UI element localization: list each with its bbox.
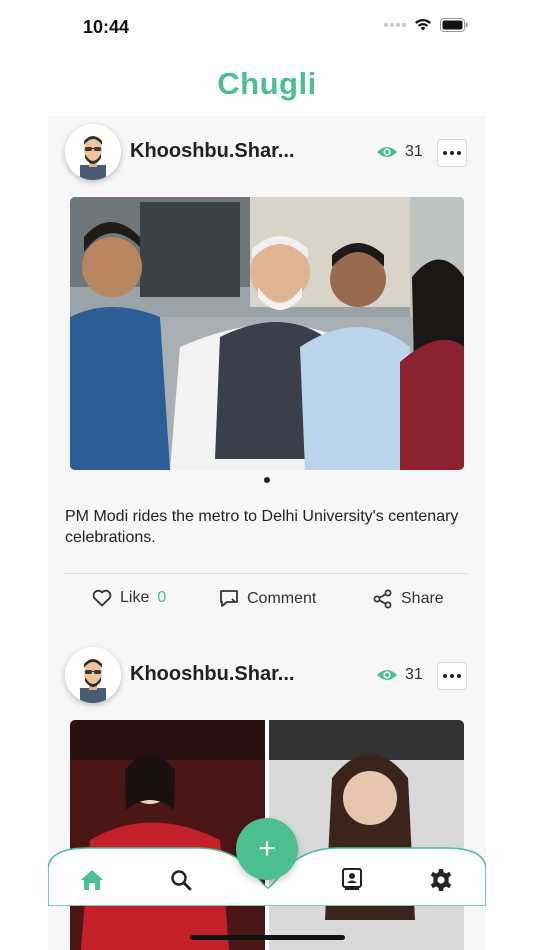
- post-card: Khooshbu.Shar... 31: [48, 116, 486, 636]
- share-button[interactable]: Share: [373, 589, 444, 609]
- signal-icon: [384, 23, 406, 27]
- nav-settings[interactable]: [429, 868, 453, 892]
- nav-search[interactable]: [169, 868, 193, 892]
- more-options-button[interactable]: [437, 139, 467, 167]
- profile-card-icon: [342, 868, 362, 890]
- carousel-indicator[interactable]: [264, 477, 270, 483]
- like-label: Like: [120, 589, 150, 606]
- app-title: Chugli: [217, 66, 317, 101]
- user-avatar-icon: [65, 124, 121, 180]
- more-options-button[interactable]: [437, 662, 467, 690]
- search-icon: [171, 870, 192, 891]
- user-avatar-icon: [65, 647, 121, 703]
- divider: [65, 573, 468, 574]
- share-icon: [373, 589, 392, 609]
- nav-home[interactable]: [80, 868, 104, 892]
- avatar[interactable]: [65, 124, 121, 180]
- wifi-icon: [415, 19, 431, 31]
- battery-icon: [440, 18, 468, 32]
- comment-label: Comment: [247, 589, 317, 607]
- view-count: 31: [376, 666, 423, 684]
- post-username[interactable]: Khooshbu.Shar...: [130, 140, 294, 163]
- avatar[interactable]: [65, 647, 121, 703]
- eye-icon: [377, 670, 397, 680]
- settings-icon: [430, 869, 452, 891]
- home-icon: [81, 870, 103, 890]
- eye-icon: [377, 147, 397, 157]
- post-username[interactable]: Khooshbu.Shar...: [130, 663, 294, 686]
- status-bar: 10:44: [0, 0, 534, 56]
- status-icons: [384, 18, 468, 32]
- view-count-value: 31: [405, 143, 423, 160]
- post-caption: PM Modi rides the metro to Delhi Univers…: [65, 508, 459, 546]
- post-actions: Like 0 Comment Share: [48, 589, 486, 619]
- view-count-value: 31: [405, 666, 423, 683]
- post-photo: [70, 197, 464, 470]
- like-count: 0: [157, 589, 167, 606]
- comment-icon: [220, 590, 238, 607]
- status-time: 10:44: [83, 17, 130, 37]
- create-post-button[interactable]: +: [236, 818, 298, 880]
- nav-profile[interactable]: [340, 867, 364, 891]
- share-label: Share: [401, 590, 444, 607]
- plus-icon: +: [258, 832, 276, 865]
- comment-button[interactable]: Comment: [219, 589, 316, 608]
- like-button[interactable]: Like 0: [92, 589, 166, 607]
- heart-icon: [92, 589, 112, 607]
- view-count: 31: [376, 143, 423, 161]
- home-indicator: [190, 935, 345, 940]
- post-image[interactable]: [70, 197, 464, 470]
